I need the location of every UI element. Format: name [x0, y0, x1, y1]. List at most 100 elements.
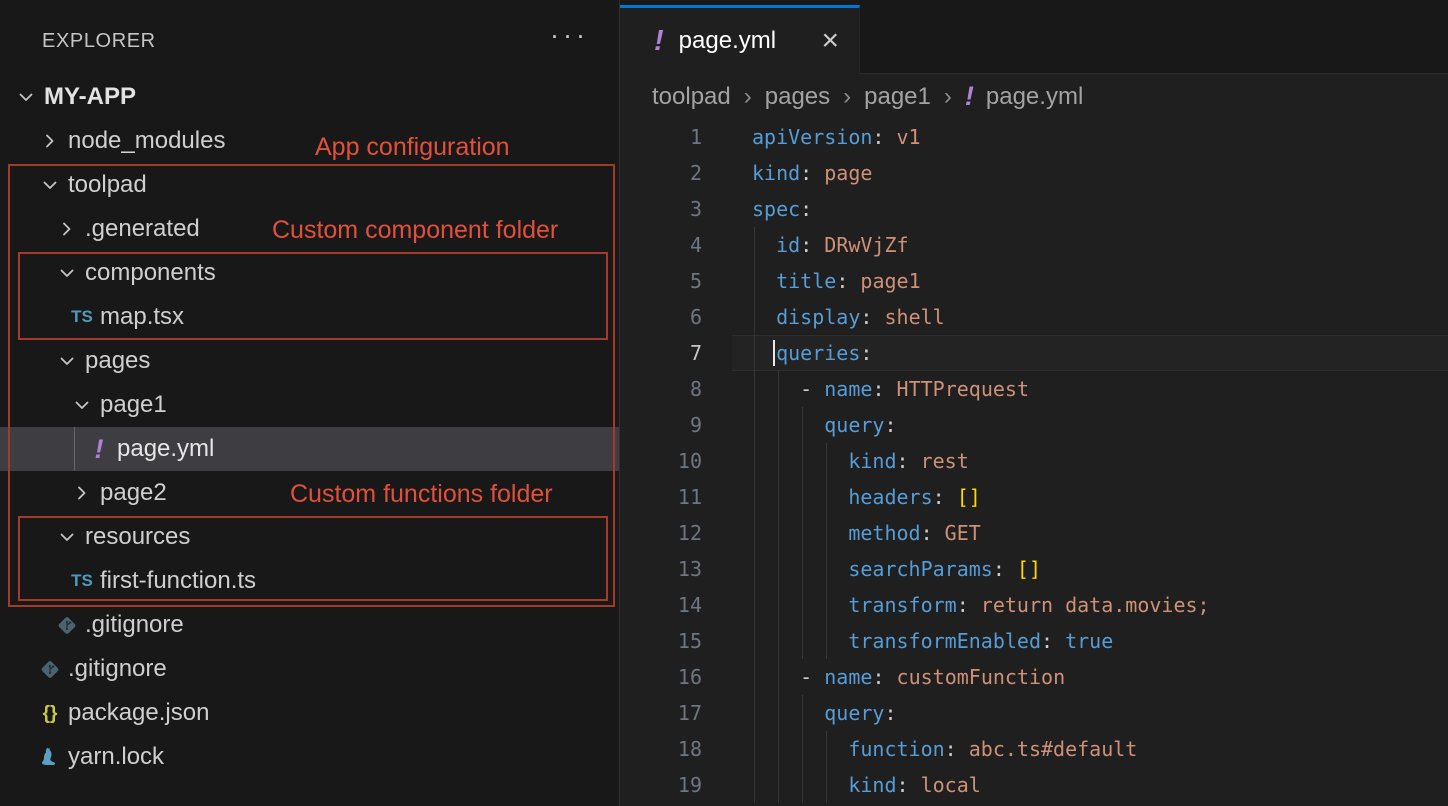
tree-item-first-function-ts[interactable]: TS first-function.ts — [0, 559, 619, 603]
breadcrumb-item-pages[interactable]: pages — [765, 83, 830, 111]
indent-guide — [754, 515, 755, 551]
tree-item-label: page1 — [100, 391, 167, 419]
tree-item-label: .gitignore — [85, 611, 184, 639]
indent-guide — [778, 443, 779, 479]
text-cursor — [773, 340, 775, 366]
line-number: 1 — [620, 119, 702, 155]
tree-item-label: components — [85, 259, 216, 287]
code-line[interactable]: 15 transformEnabled: true — [620, 623, 1448, 659]
line-number: 14 — [620, 587, 702, 623]
line-number: 19 — [620, 767, 702, 803]
indent-guide — [754, 767, 755, 803]
explorer-sidebar: EXPLORER ··· MY-APP node_modules toolpad… — [0, 0, 620, 806]
tree-item--gitignore[interactable]: .gitignore — [0, 647, 619, 691]
indent-guide — [754, 479, 755, 515]
more-actions-button[interactable]: ··· — [550, 22, 589, 49]
tree-item-pages[interactable]: pages — [0, 339, 619, 383]
chevron-down-icon — [55, 259, 79, 287]
indent-guide — [754, 623, 755, 659]
tree-item-label: pages — [85, 347, 150, 375]
tree-item-components[interactable]: components — [0, 251, 619, 295]
tree-item-label: node_modules — [68, 127, 225, 155]
tree-item-label: package.json — [68, 699, 209, 727]
tree-item-node-modules[interactable]: node_modules — [0, 119, 619, 163]
breadcrumb-item-page-yml[interactable]: !page.yml — [965, 83, 1083, 111]
code-editor[interactable]: 1 apiVersion: v1 2 kind: page 3 spec: 4 … — [620, 119, 1448, 806]
tab-page-yml[interactable]: ! page.yml × — [620, 5, 860, 74]
breadcrumb-item-toolpad[interactable]: toolpad — [652, 83, 731, 111]
code-line[interactable]: 3 spec: — [620, 191, 1448, 227]
breadcrumb-separator: › — [843, 83, 851, 111]
breadcrumb: toolpad › pages › page1 › !page.yml — [620, 74, 1448, 119]
indent-guide — [778, 695, 779, 731]
indent-guide — [754, 551, 755, 587]
indent-guide — [802, 731, 803, 767]
indent-guide — [778, 767, 779, 803]
indent-guide — [802, 623, 803, 659]
tree-item-package-json[interactable]: {} package.json — [0, 691, 619, 735]
close-tab-icon[interactable]: × — [821, 26, 839, 56]
line-number: 17 — [620, 695, 702, 731]
code-line[interactable]: 9 query: — [620, 407, 1448, 443]
code-line[interactable]: 7 queries: — [620, 335, 1448, 371]
indent-guide — [754, 335, 755, 371]
tab-label: page.yml — [679, 27, 776, 55]
tree-item-toolpad[interactable]: toolpad — [0, 163, 619, 207]
indent-guide — [802, 587, 803, 623]
tree-item-page1[interactable]: page1 — [0, 383, 619, 427]
tree-item-resources[interactable]: resources — [0, 515, 619, 559]
indent-guide — [802, 407, 803, 443]
line-number: 7 — [620, 335, 702, 371]
breadcrumb-item-page1[interactable]: page1 — [864, 83, 931, 111]
tree-root-my-app[interactable]: MY-APP — [0, 75, 619, 119]
code-line[interactable]: 6 display: shell — [620, 299, 1448, 335]
indent-guide — [778, 515, 779, 551]
breadcrumb-separator: › — [944, 83, 952, 111]
tree-item-label: .gitignore — [68, 655, 167, 683]
indent-guide — [778, 551, 779, 587]
file-tree: MY-APP node_modules toolpad .generated c… — [0, 75, 619, 779]
line-number: 15 — [620, 623, 702, 659]
indent-guide — [826, 767, 827, 803]
code-line[interactable]: 1 apiVersion: v1 — [620, 119, 1448, 155]
indent-guide — [754, 587, 755, 623]
tree-item-yarn-lock[interactable]: yarn.lock — [0, 735, 619, 779]
indent-guide — [754, 227, 755, 263]
tree-item-label: page.yml — [117, 435, 214, 463]
indent-guide — [778, 659, 779, 695]
code-line[interactable]: 17 query: — [620, 695, 1448, 731]
code-line[interactable]: 14 transform: return data.movies; — [620, 587, 1448, 623]
indent-guide — [802, 695, 803, 731]
code-line[interactable]: 16 - name: customFunction — [620, 659, 1448, 695]
chevron-right-icon — [70, 479, 94, 507]
code-line[interactable]: 19 kind: local — [620, 767, 1448, 803]
line-number: 9 — [620, 407, 702, 443]
indent-guide — [802, 443, 803, 479]
code-line[interactable]: 2 kind: page — [620, 155, 1448, 191]
code-line[interactable]: 18 function: abc.ts#default — [620, 731, 1448, 767]
code-line[interactable]: 13 searchParams: [] — [620, 551, 1448, 587]
indent-guide — [778, 371, 779, 407]
chevron-right-icon — [55, 215, 79, 243]
code-line[interactable]: 8 - name: HTTPrequest — [620, 371, 1448, 407]
indent-guide — [778, 479, 779, 515]
indent-guide — [802, 479, 803, 515]
code-line[interactable]: 12 method: GET — [620, 515, 1448, 551]
tree-item-label: .generated — [85, 215, 200, 243]
chevron-down-icon — [70, 391, 94, 419]
tree-item--gitignore[interactable]: .gitignore — [0, 603, 619, 647]
code-line[interactable]: 5 title: page1 — [620, 263, 1448, 299]
tree-item-page-yml[interactable]: ! page.yml — [0, 427, 619, 471]
tree-root-label: MY-APP — [44, 83, 136, 111]
tree-item--generated[interactable]: .generated — [0, 207, 619, 251]
code-line[interactable]: 10 kind: rest — [620, 443, 1448, 479]
code-line[interactable]: 11 headers: [] — [620, 479, 1448, 515]
code-line[interactable]: 4 id: DRwVjZf — [620, 227, 1448, 263]
indent-guide — [754, 695, 755, 731]
tree-item-map-tsx[interactable]: TS map.tsx — [0, 295, 619, 339]
tree-item-page2[interactable]: page2 — [0, 471, 619, 515]
ts-file-icon: TS — [70, 567, 94, 595]
indent-guide — [754, 659, 755, 695]
line-number: 18 — [620, 731, 702, 767]
breadcrumb-separator: › — [744, 83, 752, 111]
